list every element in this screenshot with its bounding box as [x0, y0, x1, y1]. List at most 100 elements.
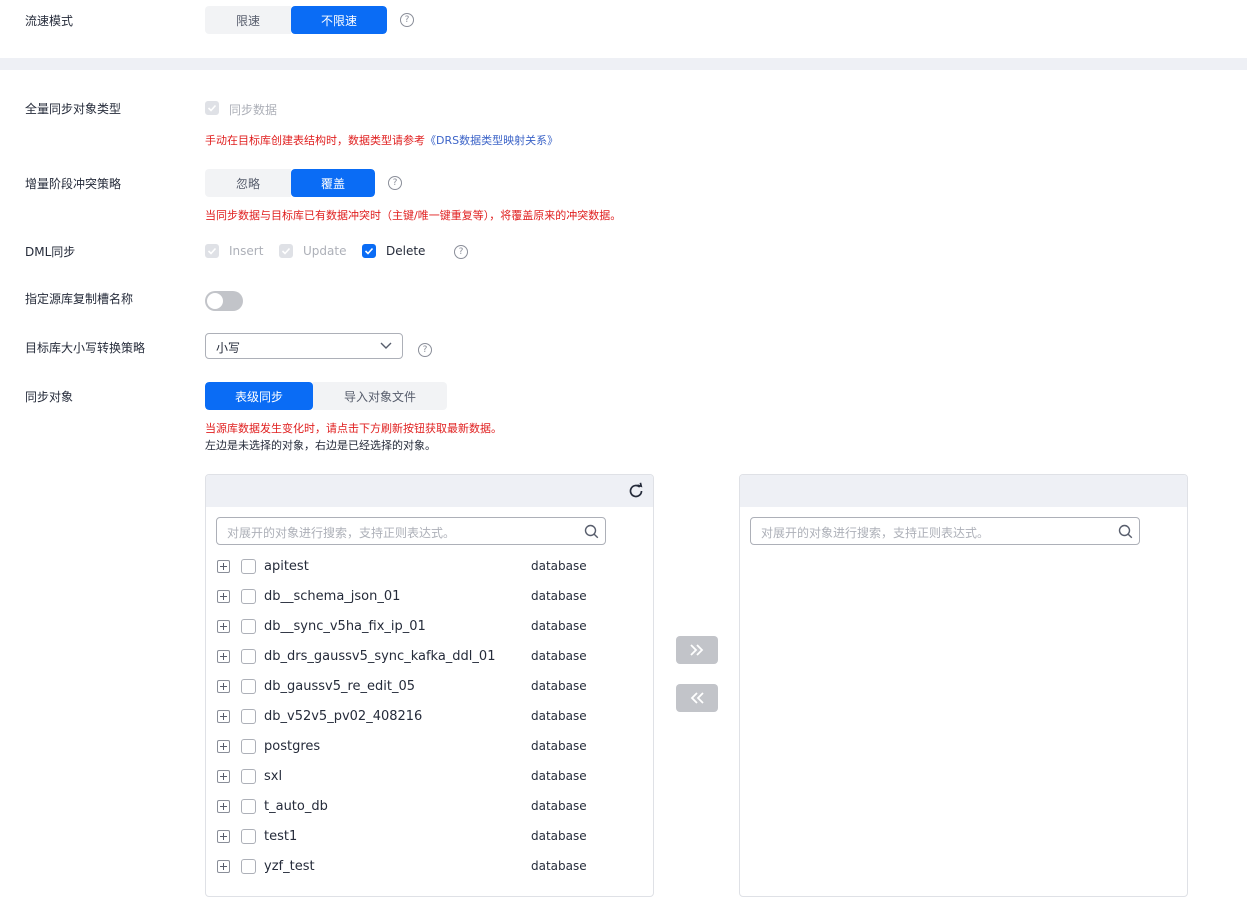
item-name: sxl: [264, 769, 283, 784]
item-checkbox[interactable]: [241, 559, 256, 574]
sync-objects-hint: 左边是未选择的对象，右边是已经选择的对象。: [205, 439, 436, 452]
item-checkbox[interactable]: [241, 649, 256, 664]
list-item[interactable]: db_drs_gaussv5_sync_kafka_ddl_01 database: [206, 642, 653, 672]
dml-sync-label: DML同步: [25, 245, 76, 259]
expand-icon[interactable]: [217, 710, 230, 723]
sync-data-checkbox-label: 同步数据: [229, 103, 278, 117]
item-checkbox[interactable]: [241, 679, 256, 694]
unselected-objects-panel: 对展开的对象进行搜索，支持正则表达式。 apitest database db__…: [205, 474, 654, 897]
list-item[interactable]: apitest database: [206, 552, 653, 582]
expand-icon[interactable]: [217, 770, 230, 783]
item-name: yzf_test: [264, 859, 315, 874]
full-sync-note-text: 手动在目标库创建表结构时，数据类型请参考: [205, 134, 425, 147]
double-chevron-left-icon: [690, 692, 704, 704]
dml-update-label: Update: [303, 244, 347, 258]
item-name: db_v52v5_pv02_408216: [264, 709, 423, 724]
slot-name-label: 指定源库复制槽名称: [25, 292, 134, 306]
item-checkbox[interactable]: [241, 619, 256, 634]
flow-mode-label: 流速模式: [25, 14, 74, 28]
double-chevron-right-icon: [690, 644, 704, 656]
slot-name-toggle[interactable]: [205, 291, 243, 311]
search-icon[interactable]: [584, 524, 599, 539]
list-item[interactable]: test1 database: [206, 822, 653, 852]
expand-icon[interactable]: [217, 680, 230, 693]
flow-mode-segment: 限速 不限速: [205, 6, 387, 34]
item-name: postgres: [264, 739, 321, 754]
case-policy-label: 目标库大小写转换策略: [25, 341, 146, 355]
tab-import-object-file[interactable]: 导入对象文件: [313, 382, 447, 410]
dml-insert-label: Insert: [229, 244, 264, 258]
list-item[interactable]: db_v52v5_pv02_408216 database: [206, 702, 653, 732]
item-checkbox[interactable]: [241, 799, 256, 814]
item-name: db__sync_v5ha_fix_ip_01: [264, 619, 426, 634]
dml-delete-checkbox[interactable]: [362, 244, 376, 258]
item-checkbox[interactable]: [241, 589, 256, 604]
conflict-option-ignore[interactable]: 忽略: [205, 169, 291, 197]
case-policy-select[interactable]: 小写: [205, 333, 403, 359]
list-item[interactable]: db__schema_json_01 database: [206, 582, 653, 612]
item-checkbox[interactable]: [241, 859, 256, 874]
move-left-button[interactable]: [676, 684, 718, 712]
right-search-input[interactable]: 对展开的对象进行搜索，支持正则表达式。: [750, 517, 1140, 545]
sync-objects-label: 同步对象: [25, 390, 74, 404]
full-sync-note: 手动在目标库创建表结构时，数据类型请参考《DRS数据类型映射关系》: [205, 132, 558, 148]
item-checkbox[interactable]: [241, 769, 256, 784]
item-checkbox[interactable]: [241, 829, 256, 844]
right-search-placeholder: 对展开的对象进行搜索，支持正则表达式。: [761, 526, 990, 540]
item-checkbox[interactable]: [241, 709, 256, 724]
item-name: t_auto_db: [264, 799, 328, 814]
conflict-help-icon[interactable]: ?: [388, 176, 402, 190]
item-name: test1: [264, 829, 298, 844]
expand-icon[interactable]: [217, 590, 230, 603]
sync-objects-segment: 表级同步 导入对象文件: [205, 382, 447, 410]
item-type: database: [531, 619, 587, 633]
item-type: database: [531, 559, 587, 573]
item-checkbox[interactable]: [241, 739, 256, 754]
conflict-option-overwrite[interactable]: 覆盖: [291, 169, 375, 197]
conflict-policy-segment: 忽略 覆盖: [205, 169, 375, 197]
expand-icon[interactable]: [217, 830, 230, 843]
full-sync-type-label: 全量同步对象类型: [25, 102, 122, 116]
left-search-placeholder: 对展开的对象进行搜索，支持正则表达式。: [227, 526, 456, 540]
list-item[interactable]: sxl database: [206, 762, 653, 792]
item-type: database: [531, 589, 587, 603]
expand-icon[interactable]: [217, 800, 230, 813]
section-divider: [0, 58, 1247, 70]
toggle-knob: [207, 293, 223, 309]
item-name: db_gaussv5_re_edit_05: [264, 679, 416, 694]
refresh-icon[interactable]: [627, 482, 645, 500]
list-item[interactable]: db_gaussv5_re_edit_05 database: [206, 672, 653, 702]
conflict-policy-label: 增量阶段冲突策略: [25, 177, 122, 191]
dml-help-icon[interactable]: ?: [454, 245, 468, 259]
move-right-button[interactable]: [676, 636, 718, 664]
item-type: database: [531, 649, 587, 663]
item-name: db__schema_json_01: [264, 589, 401, 604]
expand-icon[interactable]: [217, 740, 230, 753]
tab-table-level-sync[interactable]: 表级同步: [205, 382, 313, 410]
drs-type-mapping-link[interactable]: 《DRS数据类型映射关系》: [425, 134, 558, 147]
flow-mode-option-limited[interactable]: 限速: [205, 6, 291, 34]
expand-icon[interactable]: [217, 560, 230, 573]
left-search-input[interactable]: 对展开的对象进行搜索，支持正则表达式。: [216, 517, 606, 545]
case-policy-value: 小写: [216, 341, 241, 355]
list-item[interactable]: db__sync_v5ha_fix_ip_01 database: [206, 612, 653, 642]
search-icon[interactable]: [1118, 524, 1133, 539]
item-name: apitest: [264, 559, 309, 574]
sync-objects-refresh-note: 当源库数据发生变化时，请点击下方刷新按钮获取最新数据。: [205, 422, 502, 435]
item-type: database: [531, 769, 587, 783]
expand-icon[interactable]: [217, 860, 230, 873]
expand-icon[interactable]: [217, 620, 230, 633]
dml-update-checkbox: [279, 244, 293, 258]
flow-mode-option-unlimited[interactable]: 不限速: [291, 6, 387, 34]
expand-icon[interactable]: [217, 650, 230, 663]
panel-header: [206, 475, 653, 507]
sync-data-checkbox: [205, 101, 219, 115]
dml-delete-label[interactable]: Delete: [386, 244, 425, 258]
item-name: db_drs_gaussv5_sync_kafka_ddl_01: [264, 649, 496, 664]
list-item[interactable]: yzf_test database: [206, 852, 653, 882]
list-item[interactable]: t_auto_db database: [206, 792, 653, 822]
flow-mode-help-icon[interactable]: ?: [400, 13, 414, 27]
case-policy-help-icon[interactable]: ?: [418, 343, 432, 357]
item-type: database: [531, 739, 587, 753]
list-item[interactable]: postgres database: [206, 732, 653, 762]
